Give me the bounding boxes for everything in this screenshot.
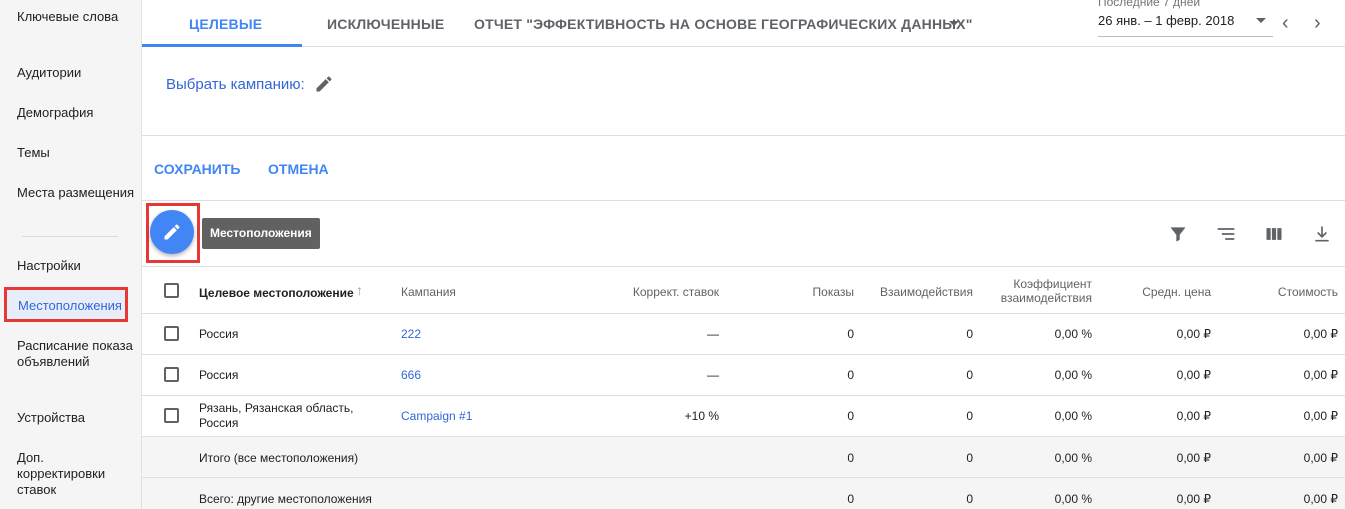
total-label: Итого (все местоположения) [199, 451, 359, 465]
row-checkbox[interactable] [164, 326, 179, 341]
impressions-cell: 0 [847, 492, 854, 506]
sidebar-item-bid-adjustments[interactable]: Доп. корректировки ставок [17, 450, 135, 498]
header-cost[interactable]: Стоимость [1238, 285, 1338, 299]
avg-cost-cell: 0,00 ₽ [1176, 368, 1211, 382]
campaign-link[interactable]: Campaign #1 [401, 409, 472, 423]
row-checkbox[interactable] [164, 408, 179, 423]
impressions-cell: 0 [847, 409, 854, 423]
header-impressions[interactable]: Показы [754, 285, 854, 299]
sidebar-item-demographics[interactable]: Демография [17, 105, 135, 121]
date-range-underline [1098, 36, 1273, 37]
pencil-icon [164, 224, 180, 240]
avg-cost-cell: 0,00 ₽ [1176, 451, 1211, 465]
filter-icon[interactable] [1168, 224, 1188, 244]
cost-cell: 0,00 ₽ [1303, 327, 1338, 341]
header-avg-cost[interactable]: Средн. цена [1111, 285, 1211, 299]
tab-bar: ЦЕЛЕВЫЕ ИСКЛЮЧЕННЫЕ ОТЧЕТ "ЭФФЕКТИВНОСТЬ… [142, 0, 1345, 47]
location-cell: Россия [199, 368, 239, 382]
download-icon[interactable] [1312, 224, 1332, 244]
sidebar-divider [22, 236, 118, 237]
sort-arrow-icon[interactable]: ↑ [356, 283, 363, 297]
campaign-link[interactable]: 666 [401, 368, 421, 382]
pencil-icon[interactable] [314, 74, 334, 94]
avg-cost-cell: 0,00 ₽ [1176, 327, 1211, 341]
sidebar-item-locations[interactable]: Местоположения [4, 287, 128, 322]
sidebar-item-settings[interactable]: Настройки [17, 258, 135, 274]
sidebar-item-placements[interactable]: Места размещения [17, 185, 135, 201]
tab-excluded[interactable]: ИСКЛЮЧЕННЫЕ [327, 16, 444, 32]
interaction-rate-cell: 0,00 % [1054, 327, 1092, 341]
total-label: Всего: другие местоположения [199, 492, 372, 506]
tab-targeted[interactable]: ЦЕЛЕВЫЕ [189, 16, 262, 32]
sidebar-item-keywords[interactable]: Ключевые слова [17, 9, 135, 25]
edit-locations-button[interactable] [150, 210, 194, 254]
active-tab-indicator [142, 44, 302, 47]
interactions-cell: 0 [966, 492, 973, 506]
sidebar-item-label: Местоположения [18, 298, 122, 313]
table-row: Россия 666 — 0 0 0,00 % 0,00 ₽ 0,00 ₽ [142, 355, 1345, 396]
chevron-right-icon[interactable]: › [1314, 12, 1321, 35]
cancel-button[interactable]: ОТМЕНА [268, 161, 329, 177]
date-range-preset: Последние 7 дней [1098, 0, 1201, 9]
header-interaction-rate[interactable]: Коэффициент взаимодействия [972, 277, 1092, 305]
table-row: Россия 222 — 0 0 0,00 % 0,00 ₽ 0,00 ₽ [142, 314, 1345, 355]
impressions-cell: 0 [847, 327, 854, 341]
sidebar-item-audiences[interactable]: Аудитории [17, 65, 135, 81]
row-checkbox[interactable] [164, 367, 179, 382]
cost-cell: 0,00 ₽ [1303, 368, 1338, 382]
divider [142, 200, 1345, 201]
cost-cell: 0,00 ₽ [1303, 492, 1338, 506]
interactions-cell: 0 [966, 451, 973, 465]
sidebar-item-topics[interactable]: Темы [17, 145, 135, 161]
tab-geo-report[interactable]: ОТЧЕТ "ЭФФЕКТИВНОСТЬ НА ОСНОВЕ ГЕОГРАФИЧ… [474, 16, 973, 32]
bid-adjustment-cell[interactable]: +10 % [582, 409, 719, 423]
total-row: Итого (все местоположения) 0 0 0,00 % 0,… [142, 437, 1345, 478]
segment-icon[interactable] [1216, 224, 1236, 244]
interactions-cell: 0 [966, 368, 973, 382]
chevron-left-icon[interactable]: ‹ [1282, 12, 1289, 35]
interactions-cell: 0 [966, 327, 973, 341]
avg-cost-cell: 0,00 ₽ [1176, 492, 1211, 506]
impressions-cell: 0 [847, 451, 854, 465]
interactions-cell: 0 [966, 409, 973, 423]
columns-icon[interactable] [1264, 224, 1284, 244]
campaign-link[interactable]: 222 [401, 327, 421, 341]
impressions-cell: 0 [847, 368, 854, 382]
report-dropdown-icon[interactable] [949, 21, 959, 26]
total-row: Всего: другие местоположения 0 0 0,00 % … [142, 478, 1345, 509]
date-range-dropdown-icon[interactable] [1256, 18, 1266, 23]
save-button[interactable]: СОХРАНИТЬ [154, 161, 240, 177]
tooltip: Местоположения [202, 218, 320, 249]
header-campaign[interactable]: Кампания [401, 285, 456, 299]
sidebar-item-devices[interactable]: Устройства [17, 410, 135, 426]
bid-adjustment-cell[interactable]: — [582, 368, 719, 382]
divider [142, 135, 1345, 136]
interaction-rate-cell: 0,00 % [1054, 368, 1092, 382]
header-interactions[interactable]: Взаимодействия [853, 285, 973, 299]
select-all-checkbox[interactable] [164, 283, 179, 298]
interaction-rate-cell: 0,00 % [1054, 409, 1092, 423]
cost-cell: 0,00 ₽ [1303, 409, 1338, 423]
select-campaign-link[interactable]: Выбрать кампанию: [166, 76, 305, 93]
sidebar-item-ad-schedule[interactable]: Расписание показа объявлений [17, 338, 135, 370]
date-range-value[interactable]: 26 янв. – 1 февр. 2018 [1098, 13, 1234, 28]
table-header: Целевое местоположение ↑ Кампания Коррек… [142, 266, 1345, 314]
header-bid-adjustment[interactable]: Коррект. ставок [582, 285, 719, 299]
table-row: Рязань, Рязанская область, Россия Campai… [142, 396, 1345, 437]
interaction-rate-cell: 0,00 % [1054, 492, 1092, 506]
interaction-rate-cell: 0,00 % [1054, 451, 1092, 465]
location-cell: Россия [199, 327, 239, 341]
avg-cost-cell: 0,00 ₽ [1176, 409, 1211, 423]
cost-cell: 0,00 ₽ [1303, 451, 1338, 465]
header-location[interactable]: Целевое местоположение [199, 286, 354, 300]
bid-adjustment-cell[interactable]: — [582, 327, 719, 341]
sidebar: Ключевые слова Аудитории Демография Темы… [0, 0, 142, 509]
location-cell: Рязань, Рязанская область, Россия [199, 401, 354, 430]
